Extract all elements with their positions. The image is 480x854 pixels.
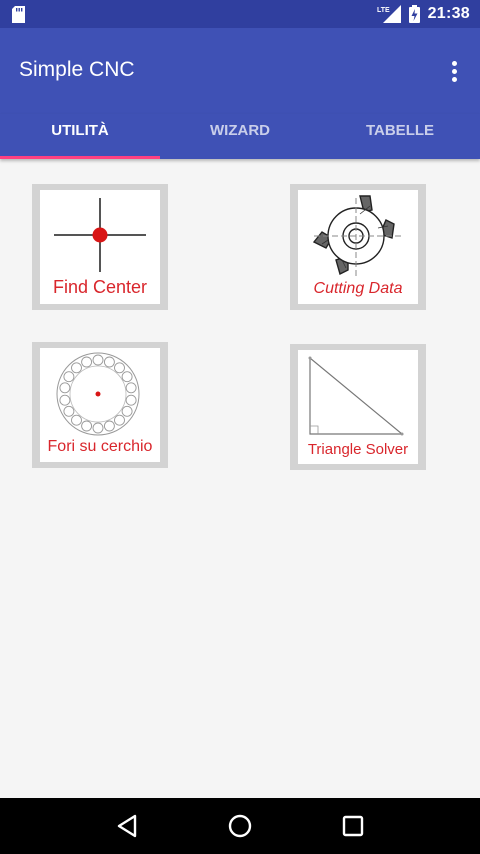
home-icon[interactable]	[226, 812, 254, 840]
sd-card-icon	[12, 5, 25, 23]
lte-signal-icon: LTE	[377, 5, 401, 23]
triangle-solver-label: Triangle Solver	[307, 441, 409, 458]
tab-wizard[interactable]: WIZARD	[160, 114, 320, 159]
clock: 21:38	[427, 5, 470, 22]
fori-su-cerchio-button[interactable]: Fori su cerchio	[32, 342, 168, 468]
tab-tabelle[interactable]: TABELLE	[320, 114, 480, 159]
find-center-button[interactable]: Find Center	[32, 184, 168, 310]
app-bar: Simple CNC	[0, 28, 480, 114]
tab-bar: UTILITÀ WIZARD TABELLE	[0, 114, 480, 159]
back-icon[interactable]	[113, 812, 141, 840]
triangle-solver-button[interactable]: Triangle Solver	[290, 344, 426, 470]
app-title: Simple CNC	[19, 58, 135, 81]
cutting-data-label: Cutting Data	[313, 280, 403, 297]
svg-text:LTE: LTE	[377, 7, 390, 14]
fori-su-cerchio-label: Fori su cerchio	[47, 438, 153, 455]
find-center-label: Find Center	[52, 277, 148, 297]
cutting-data-button[interactable]: Cutting Data	[290, 184, 426, 310]
status-bar: LTE 21:38	[0, 0, 480, 28]
recents-icon[interactable]	[339, 812, 367, 840]
tab-utilita[interactable]: UTILITÀ	[0, 114, 160, 159]
battery-charging-icon	[408, 5, 420, 23]
tools-grid: Find Center Cutting Data Fori su cerchio…	[0, 159, 480, 798]
more-vert-icon[interactable]	[442, 56, 466, 86]
navigation-bar	[0, 798, 480, 854]
